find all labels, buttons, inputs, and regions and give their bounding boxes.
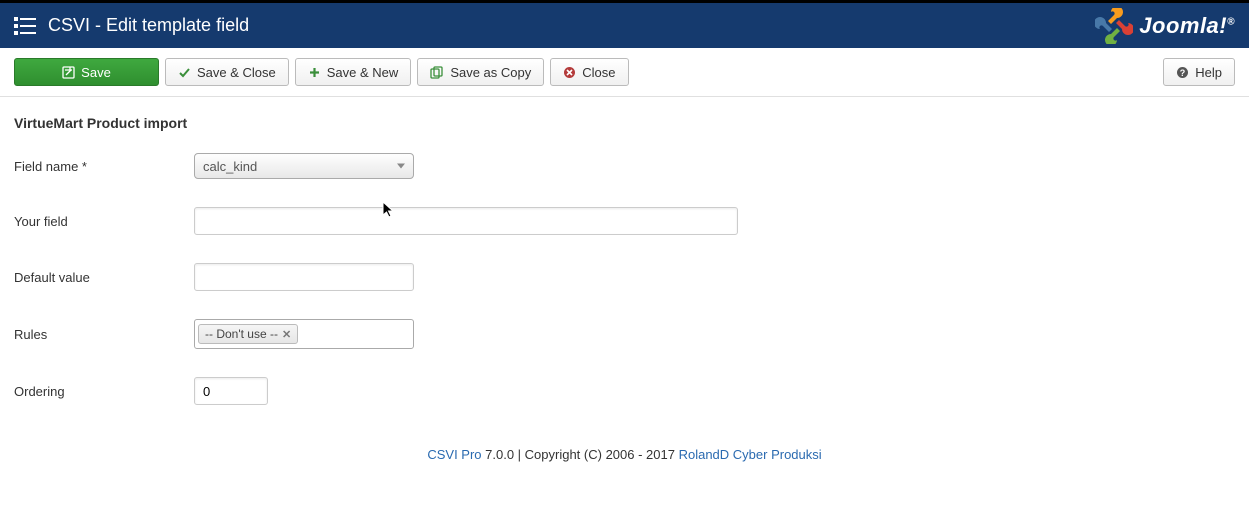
save-new-button[interactable]: Save & New [295, 58, 412, 86]
rules-tag-label: -- Don't use -- [205, 327, 278, 341]
row-ordering: Ordering [14, 377, 1235, 405]
label-your-field: Your field [14, 214, 194, 229]
row-your-field: Your field [14, 207, 1235, 235]
save-copy-label: Save as Copy [450, 65, 531, 80]
svg-text:?: ? [1180, 68, 1186, 78]
footer-mid: 7.0.0 | Copyright (C) 2006 - 2017 [482, 447, 679, 462]
close-label: Close [582, 65, 615, 80]
plus-icon [308, 66, 321, 79]
toolbar: Save Save & Close Save & New Save as Cop… [0, 48, 1249, 97]
save-label: Save [81, 65, 111, 80]
save-new-label: Save & New [327, 65, 399, 80]
row-field-name: Field name * calc_kind [14, 153, 1235, 179]
save-button[interactable]: Save [14, 58, 159, 86]
your-field-input[interactable] [194, 207, 738, 235]
label-ordering: Ordering [14, 384, 194, 399]
help-button[interactable]: ? Help [1163, 58, 1235, 86]
joomla-icon [1095, 8, 1133, 44]
page-title: CSVI - Edit template field [48, 15, 1095, 36]
apply-icon [62, 66, 75, 79]
section-title: VirtueMart Product import [14, 115, 1235, 131]
rules-multiselect[interactable]: -- Don't use -- ✕ [194, 319, 414, 349]
help-label: Help [1195, 65, 1222, 80]
default-value-input[interactable] [194, 263, 414, 291]
footer: CSVI Pro 7.0.0 | Copyright (C) 2006 - 20… [14, 433, 1235, 502]
copy-icon [430, 66, 444, 79]
chevron-down-icon [397, 164, 405, 169]
row-rules: Rules -- Don't use -- ✕ [14, 319, 1235, 349]
ordering-input[interactable] [194, 377, 268, 405]
label-field-name: Field name * [14, 159, 194, 174]
save-copy-button[interactable]: Save as Copy [417, 58, 544, 86]
help-icon: ? [1176, 66, 1189, 79]
cancel-icon [563, 66, 576, 79]
row-default-value: Default value [14, 263, 1235, 291]
field-name-value: calc_kind [203, 159, 257, 174]
footer-link-csvi[interactable]: CSVI Pro [427, 447, 481, 462]
check-icon [178, 66, 191, 79]
field-name-select[interactable]: calc_kind [194, 153, 414, 179]
save-close-button[interactable]: Save & Close [165, 58, 289, 86]
footer-link-rolandd[interactable]: RolandD Cyber Produksi [679, 447, 822, 462]
label-default-value: Default value [14, 270, 194, 285]
brand-text: Joomla!® [1139, 13, 1235, 39]
label-rules: Rules [14, 327, 194, 342]
save-close-label: Save & Close [197, 65, 276, 80]
main-content: VirtueMart Product import Field name * c… [0, 97, 1249, 532]
app-header: CSVI - Edit template field Joomla!® [0, 3, 1249, 48]
close-button[interactable]: Close [550, 58, 628, 86]
brand-logo: Joomla!® [1095, 8, 1235, 44]
menu-icon[interactable] [14, 17, 36, 35]
tag-remove-icon[interactable]: ✕ [282, 328, 291, 341]
rules-tag: -- Don't use -- ✕ [198, 324, 298, 344]
